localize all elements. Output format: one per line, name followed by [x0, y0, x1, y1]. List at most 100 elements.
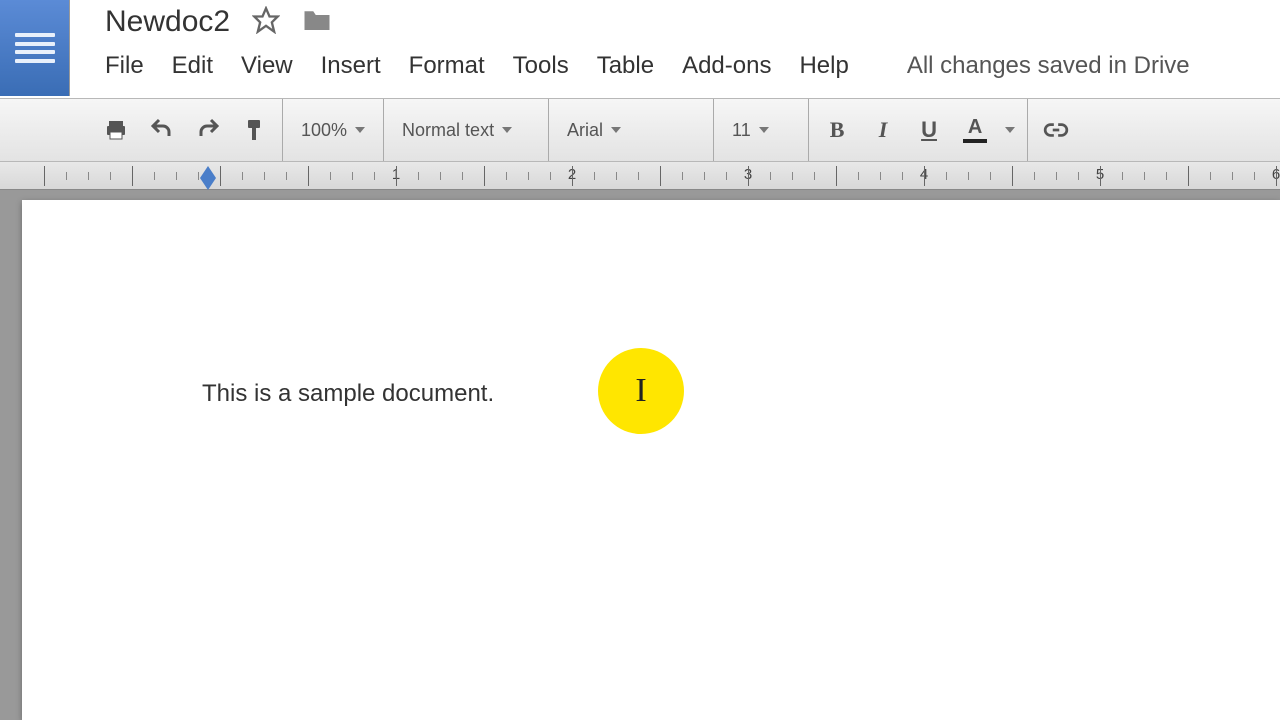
- indent-marker-top[interactable]: [200, 166, 216, 178]
- ruler-tick: [484, 166, 485, 186]
- ruler-tick: [88, 172, 89, 180]
- ruler-tick: [1034, 172, 1035, 180]
- menu-addons[interactable]: Add-ons: [682, 52, 771, 80]
- zoom-dropdown[interactable]: 100%: [295, 120, 371, 141]
- text-color-button[interactable]: A: [959, 114, 991, 146]
- undo-button[interactable]: [146, 114, 178, 146]
- ruler-tick: [154, 172, 155, 180]
- paint-format-button[interactable]: [238, 114, 270, 146]
- ruler-tick: [1166, 172, 1167, 180]
- ruler-tick: [1254, 172, 1255, 180]
- menu-bar: File Edit View Insert Format Tools Table…: [105, 52, 1190, 80]
- ruler-tick: [110, 172, 111, 180]
- chevron-down-icon: [611, 127, 621, 133]
- ruler-tick: [902, 172, 903, 180]
- ruler-tick: [616, 172, 617, 180]
- document-body-text[interactable]: This is a sample document.: [202, 380, 494, 408]
- ruler-tick: [396, 166, 397, 186]
- ruler-tick: [440, 172, 441, 180]
- menu-insert[interactable]: Insert: [321, 52, 381, 80]
- text-color-bar: [963, 139, 987, 143]
- ruler-tick: [1276, 166, 1277, 186]
- ruler-tick: [286, 172, 287, 180]
- redo-button[interactable]: [192, 114, 224, 146]
- menu-view[interactable]: View: [241, 52, 293, 80]
- ruler-tick: [594, 172, 595, 180]
- ruler-tick: [1122, 172, 1123, 180]
- zoom-value: 100%: [301, 120, 347, 141]
- document-title[interactable]: Newdoc2: [105, 5, 230, 39]
- ruler-tick: [814, 172, 815, 180]
- ruler-tick: [660, 166, 661, 186]
- chevron-down-icon[interactable]: [1005, 127, 1015, 133]
- menu-file[interactable]: File: [105, 52, 144, 80]
- ruler-tick: [1188, 166, 1189, 186]
- ruler-tick: [44, 166, 45, 186]
- ruler-tick: [176, 172, 177, 180]
- ruler-tick: [836, 166, 837, 186]
- ruler-tick: [638, 172, 639, 180]
- ruler-tick: [550, 172, 551, 180]
- menu-format[interactable]: Format: [409, 52, 485, 80]
- ruler-tick: [374, 172, 375, 180]
- document-page[interactable]: This is a sample document.: [22, 200, 1280, 720]
- ruler-tick: [968, 172, 969, 180]
- ruler-tick: [924, 166, 925, 186]
- ruler-tick: [1012, 166, 1013, 186]
- ruler-tick: [1100, 166, 1101, 186]
- italic-button[interactable]: I: [867, 114, 899, 146]
- ruler-tick: [726, 172, 727, 180]
- ruler-tick: [1210, 172, 1211, 180]
- menu-help[interactable]: Help: [799, 52, 848, 80]
- style-dropdown[interactable]: Normal text: [396, 120, 536, 141]
- ruler-tick: [506, 172, 507, 180]
- ruler-tick: [1144, 172, 1145, 180]
- font-dropdown[interactable]: Arial: [561, 120, 701, 141]
- font-value: Arial: [567, 120, 603, 141]
- ruler-tick: [1232, 172, 1233, 180]
- ruler-tick: [572, 166, 573, 186]
- ruler-tick: [682, 172, 683, 180]
- docs-lines-icon: [15, 33, 55, 63]
- text-color-letter: A: [968, 117, 982, 137]
- cursor-highlight: I: [598, 348, 684, 434]
- save-status: All changes saved in Drive: [907, 52, 1190, 80]
- ruler-tick: [462, 172, 463, 180]
- print-button[interactable]: [100, 114, 132, 146]
- fontsize-value: 11: [732, 120, 751, 141]
- folder-icon[interactable]: [302, 7, 332, 38]
- ruler-tick: [528, 172, 529, 180]
- chevron-down-icon: [355, 127, 365, 133]
- ruler-tick: [418, 172, 419, 180]
- menu-edit[interactable]: Edit: [172, 52, 213, 80]
- ruler-tick: [330, 172, 331, 180]
- ruler-tick: [748, 166, 749, 186]
- fontsize-dropdown[interactable]: 11: [726, 120, 796, 141]
- style-value: Normal text: [402, 120, 494, 141]
- indent-marker-bottom[interactable]: [200, 178, 216, 190]
- ruler-tick: [704, 172, 705, 180]
- horizontal-ruler[interactable]: 123456: [0, 162, 1280, 190]
- ruler-tick: [242, 172, 243, 180]
- toolbar: 100% Normal text Arial 11 B I U A: [0, 98, 1280, 162]
- underline-button[interactable]: U: [913, 114, 945, 146]
- bold-button[interactable]: B: [821, 114, 853, 146]
- ruler-tick: [308, 166, 309, 186]
- ruler-tick: [990, 172, 991, 180]
- ruler-tick: [1056, 172, 1057, 180]
- menu-tools[interactable]: Tools: [513, 52, 569, 80]
- ruler-tick: [264, 172, 265, 180]
- ruler-tick: [858, 172, 859, 180]
- title-row: Newdoc2: [105, 2, 332, 42]
- ruler-tick: [880, 172, 881, 180]
- text-cursor-icon: I: [635, 372, 646, 410]
- docs-app-icon[interactable]: [0, 0, 70, 96]
- ruler-tick: [792, 172, 793, 180]
- ruler-tick: [770, 172, 771, 180]
- link-button[interactable]: [1040, 114, 1072, 146]
- star-icon[interactable]: [252, 6, 280, 39]
- document-area: This is a sample document.: [0, 190, 1280, 720]
- menu-table[interactable]: Table: [597, 52, 654, 80]
- ruler-tick: [1078, 172, 1079, 180]
- ruler-tick: [198, 172, 199, 180]
